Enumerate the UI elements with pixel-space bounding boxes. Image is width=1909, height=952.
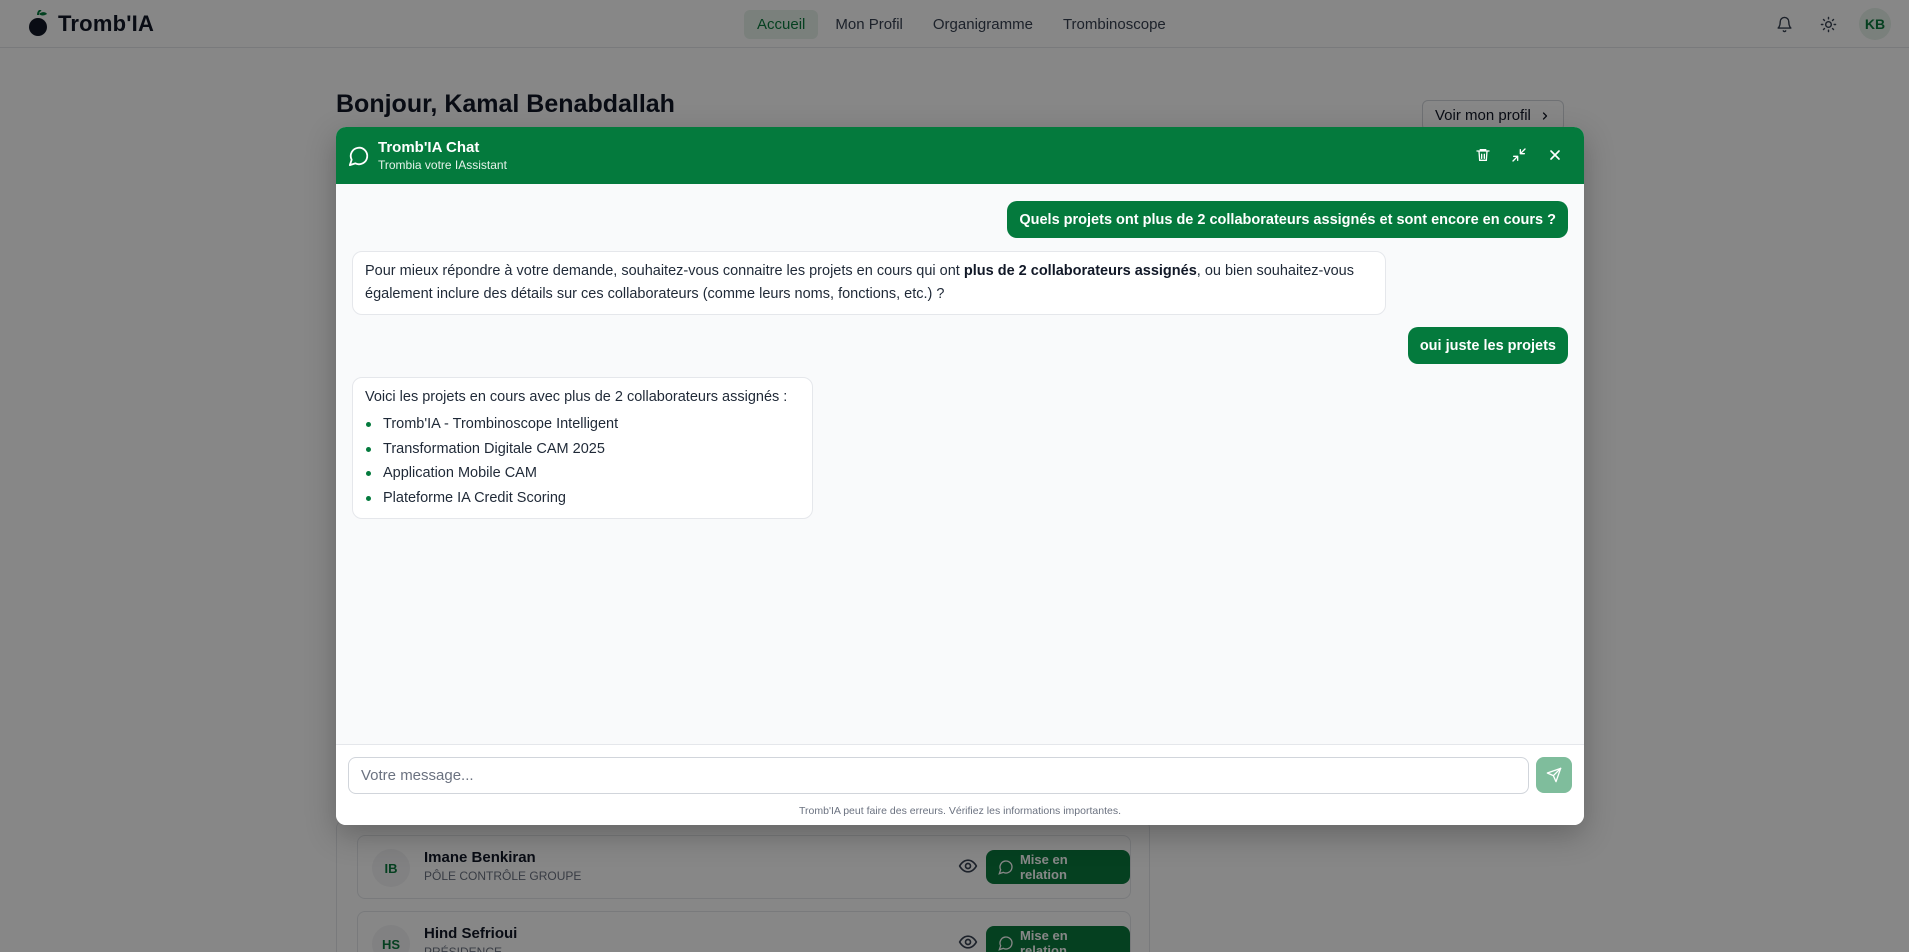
list-item: Transformation Digitale CAM 2025 bbox=[365, 437, 800, 462]
list-item: Application Mobile CAM bbox=[365, 461, 800, 486]
message-circle-icon bbox=[348, 146, 369, 167]
user-message: Quels projets ont plus de 2 collaborateu… bbox=[1007, 201, 1568, 238]
minimize-icon bbox=[1512, 148, 1526, 162]
chat-subtitle: Trombia votre IAssistant bbox=[378, 158, 507, 172]
bot-message-intro: Voici les projets en cours avec plus de … bbox=[365, 389, 788, 405]
user-message: oui juste les projets bbox=[1407, 327, 1568, 364]
bot-message-line2: également inclure des détails sur ces co… bbox=[365, 286, 945, 302]
clear-chat-button[interactable] bbox=[1472, 144, 1494, 166]
message-input[interactable] bbox=[348, 757, 1529, 794]
trash-icon bbox=[1476, 149, 1490, 161]
list-item: Plateforme IA Credit Scoring bbox=[365, 486, 800, 511]
bot-message: Voici les projets en cours avec plus de … bbox=[352, 377, 813, 519]
chat-disclaimer: Tromb'IA peut faire des erreurs. Vérifie… bbox=[799, 805, 1121, 817]
list-item: Tromb'IA - Trombinoscope Intelligent bbox=[365, 412, 800, 437]
close-icon bbox=[1550, 150, 1560, 160]
chat-header: Tromb'IA Chat Trombia votre IAssistant bbox=[336, 127, 1584, 184]
chat-composer: Tromb'IA peut faire des erreurs. Vérifie… bbox=[336, 744, 1584, 825]
project-list: Tromb'IA - Trombinoscope Intelligent Tra… bbox=[365, 412, 800, 510]
send-button[interactable] bbox=[1536, 757, 1572, 793]
send-icon bbox=[1546, 767, 1562, 783]
chat-title: Tromb'IA Chat bbox=[378, 139, 480, 156]
close-chat-button[interactable] bbox=[1544, 144, 1566, 166]
bot-message-line1: Pour mieux répondre à votre demande, sou… bbox=[365, 263, 1354, 279]
minimize-chat-button[interactable] bbox=[1508, 144, 1530, 166]
chat-dialog: Tromb'IA Chat Trombia votre IAssistant Q… bbox=[336, 127, 1584, 825]
bot-message: Pour mieux répondre à votre demande, sou… bbox=[352, 251, 1386, 315]
